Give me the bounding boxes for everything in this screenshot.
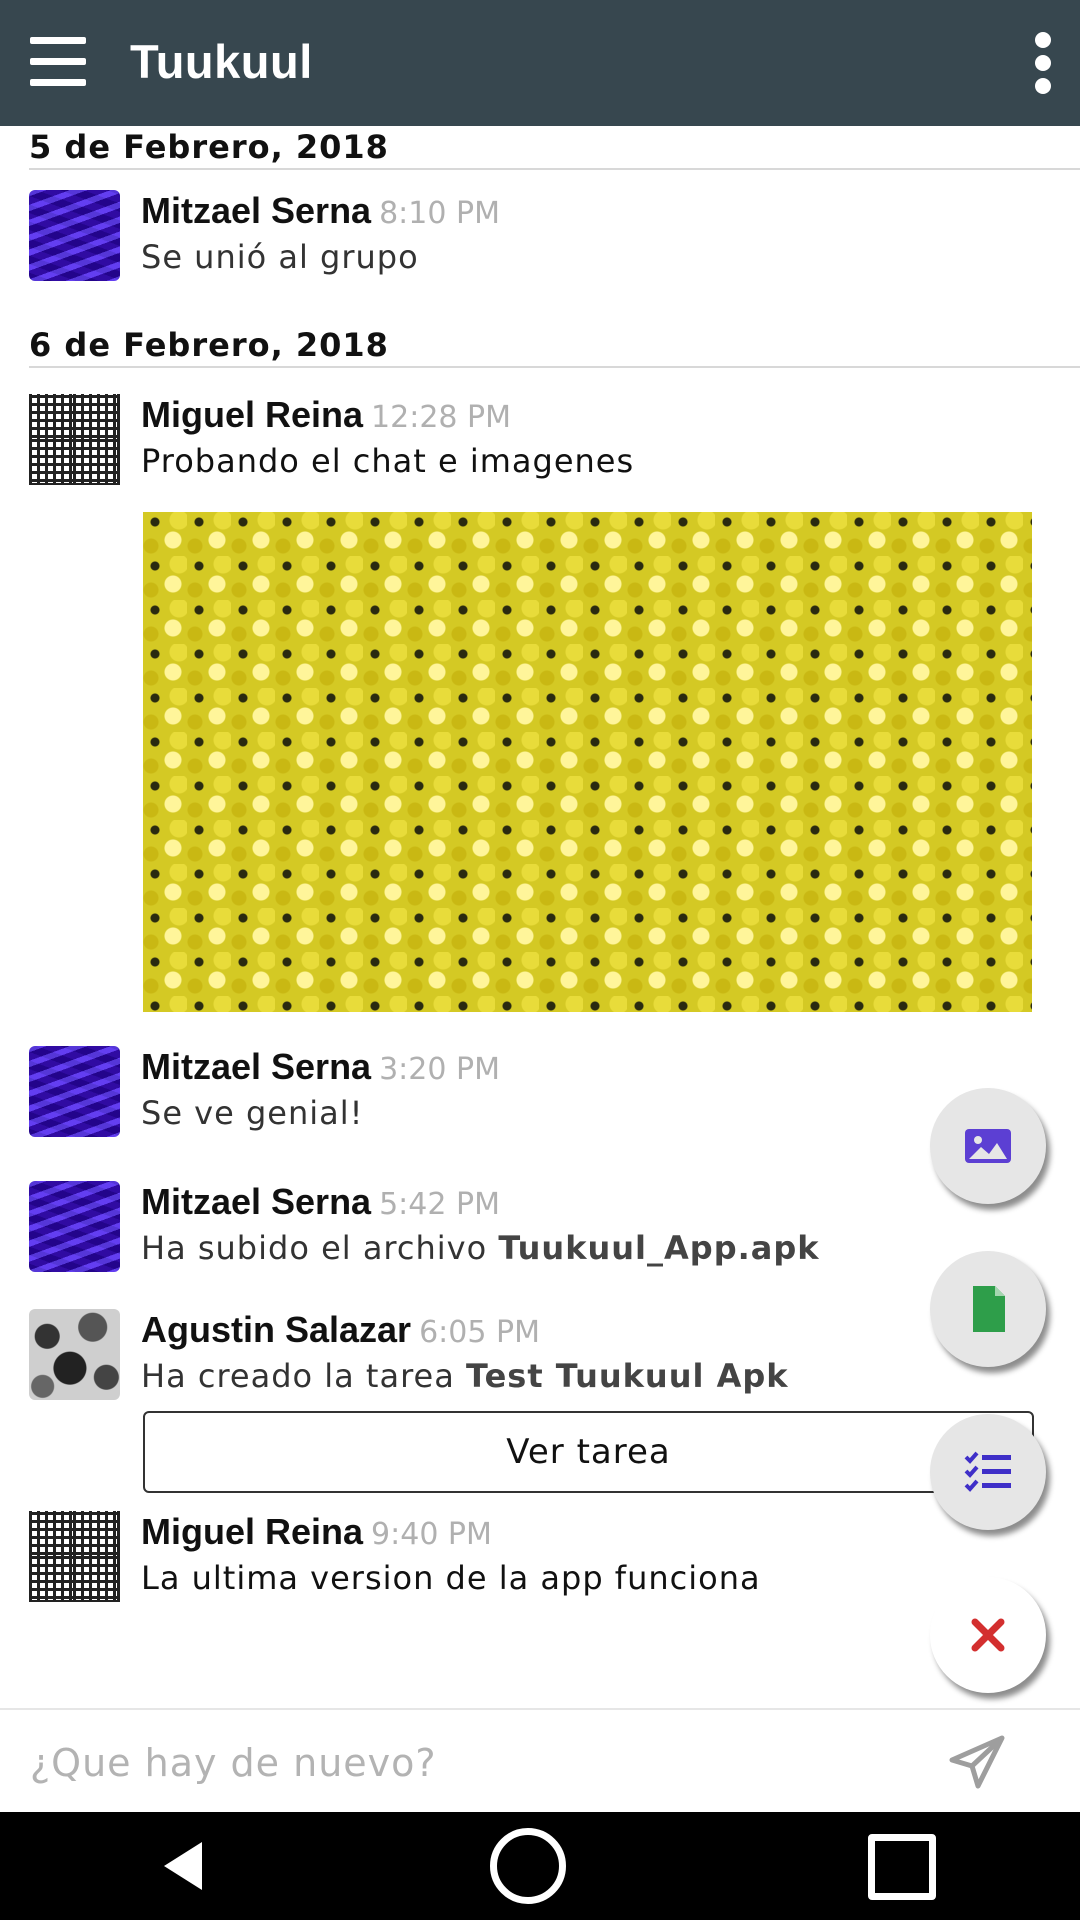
sender-name[interactable]: Miguel Reina xyxy=(141,394,363,436)
message-text-prefix: Ha subido el archivo xyxy=(141,1229,499,1267)
avatar[interactable] xyxy=(29,394,120,485)
view-task-button[interactable]: Ver tarea xyxy=(143,1411,1034,1493)
close-menu-button[interactable] xyxy=(930,1577,1046,1693)
sender-name[interactable]: Miguel Reina xyxy=(141,1511,363,1553)
task-name: Test Tuukuul Apk xyxy=(466,1357,789,1395)
avatar[interactable] xyxy=(29,1046,120,1137)
sender-name[interactable]: Mitzael Serna xyxy=(141,1181,371,1223)
recents-icon[interactable] xyxy=(868,1834,936,1900)
file-icon xyxy=(973,1286,1005,1332)
message-text: Ha creado la tarea Test Tuukuul Apk xyxy=(141,1357,1041,1395)
image-icon xyxy=(965,1129,1011,1163)
menu-icon[interactable] xyxy=(30,37,86,87)
file-name[interactable]: Tuukuul_App.apk xyxy=(498,1229,819,1267)
message-time: 8:10 PM xyxy=(379,196,500,231)
message-time: 12:28 PM xyxy=(371,400,511,435)
message-text: Probando el chat e imagenes xyxy=(141,442,635,480)
chat-image-attachment[interactable] xyxy=(143,512,1032,1012)
more-options-icon[interactable] xyxy=(1028,32,1058,96)
attach-file-button[interactable] xyxy=(930,1251,1046,1367)
message-time: 5:42 PM xyxy=(379,1187,500,1222)
message-text: Se ve genial! xyxy=(141,1094,364,1132)
message-text: Ha subido el archivo Tuukuul_App.apk xyxy=(141,1229,1041,1267)
avatar[interactable] xyxy=(29,1309,120,1400)
home-icon[interactable] xyxy=(490,1828,566,1904)
message-text: Se unió al grupo xyxy=(141,238,419,276)
back-icon[interactable] xyxy=(160,1838,206,1894)
send-icon[interactable] xyxy=(948,1732,1008,1792)
avatar[interactable] xyxy=(29,190,120,281)
message-composer xyxy=(0,1708,1080,1814)
message-time: 3:20 PM xyxy=(379,1052,500,1087)
task-list-icon xyxy=(964,1451,1011,1492)
close-icon xyxy=(971,1618,1005,1652)
app-bar: Tuukuul xyxy=(0,0,1080,126)
sender-name[interactable]: Agustin Salazar xyxy=(141,1309,411,1351)
create-task-button[interactable] xyxy=(930,1414,1046,1530)
system-navigation-bar xyxy=(0,1812,1080,1920)
app-title: Tuukuul xyxy=(130,35,313,88)
avatar[interactable] xyxy=(29,1181,120,1272)
sender-name[interactable]: Mitzael Serna xyxy=(141,190,371,232)
message-time: 9:40 PM xyxy=(371,1517,492,1552)
message-text: La ultima version de la app funciona xyxy=(141,1559,761,1597)
date-separator: 5 de Febrero, 2018 xyxy=(29,128,1080,170)
avatar[interactable] xyxy=(29,1511,120,1602)
attach-image-button[interactable] xyxy=(930,1088,1046,1204)
message-time: 6:05 PM xyxy=(419,1315,540,1350)
message-input[interactable] xyxy=(28,1732,912,1794)
sender-name[interactable]: Mitzael Serna xyxy=(141,1046,371,1088)
message-text-prefix: Ha creado la tarea xyxy=(141,1357,466,1395)
date-separator: 6 de Febrero, 2018 xyxy=(29,326,1080,368)
